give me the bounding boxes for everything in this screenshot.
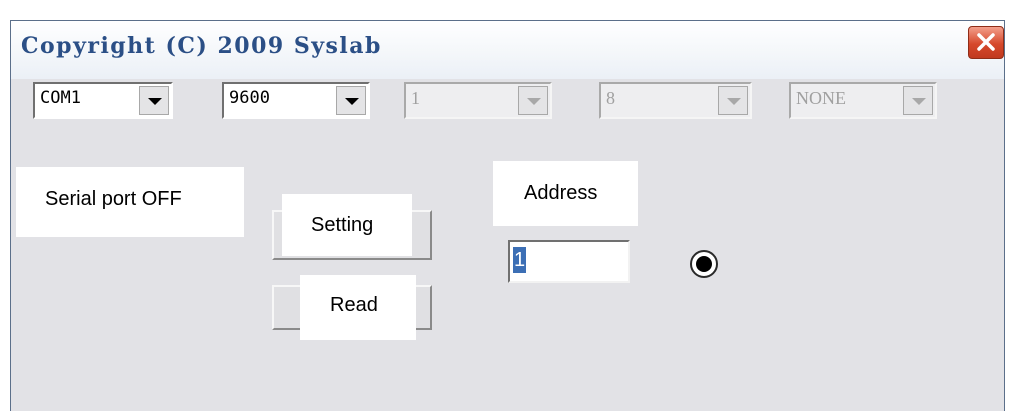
stopbits-select-value: 8 (606, 88, 615, 108)
port-select[interactable]: COM1 (33, 82, 173, 119)
address-input[interactable]: 1 (508, 240, 630, 283)
chevron-down-icon (903, 86, 933, 115)
baud-select[interactable]: 9600 (222, 82, 370, 119)
databits-select-value: 1 (411, 88, 420, 108)
chevron-down-icon[interactable] (336, 86, 366, 115)
chevron-down-icon (718, 86, 748, 115)
chevron-down-icon (518, 86, 548, 115)
port-select-value: COM1 (40, 88, 81, 108)
parity-select: NONE (789, 82, 937, 119)
address-label: Address (524, 182, 598, 204)
close-button[interactable] (968, 26, 1004, 59)
databits-select: 1 (404, 82, 552, 119)
window-title: Copyright (C) 2009 Syslab (21, 33, 382, 59)
setting-button-label: Setting (311, 214, 374, 236)
parity-select-value: NONE (796, 88, 846, 108)
status-led-icon (690, 250, 718, 278)
title-bar[interactable]: Copyright (C) 2009 Syslab (11, 21, 1004, 79)
address-input-value: 1 (513, 247, 527, 273)
close-icon (977, 33, 995, 51)
chevron-down-icon[interactable] (139, 86, 169, 115)
stopbits-select: 8 (599, 82, 752, 119)
status-label: Serial port OFF (45, 188, 182, 210)
read-button-label: Read (330, 294, 378, 316)
baud-select-value: 9600 (229, 88, 270, 108)
